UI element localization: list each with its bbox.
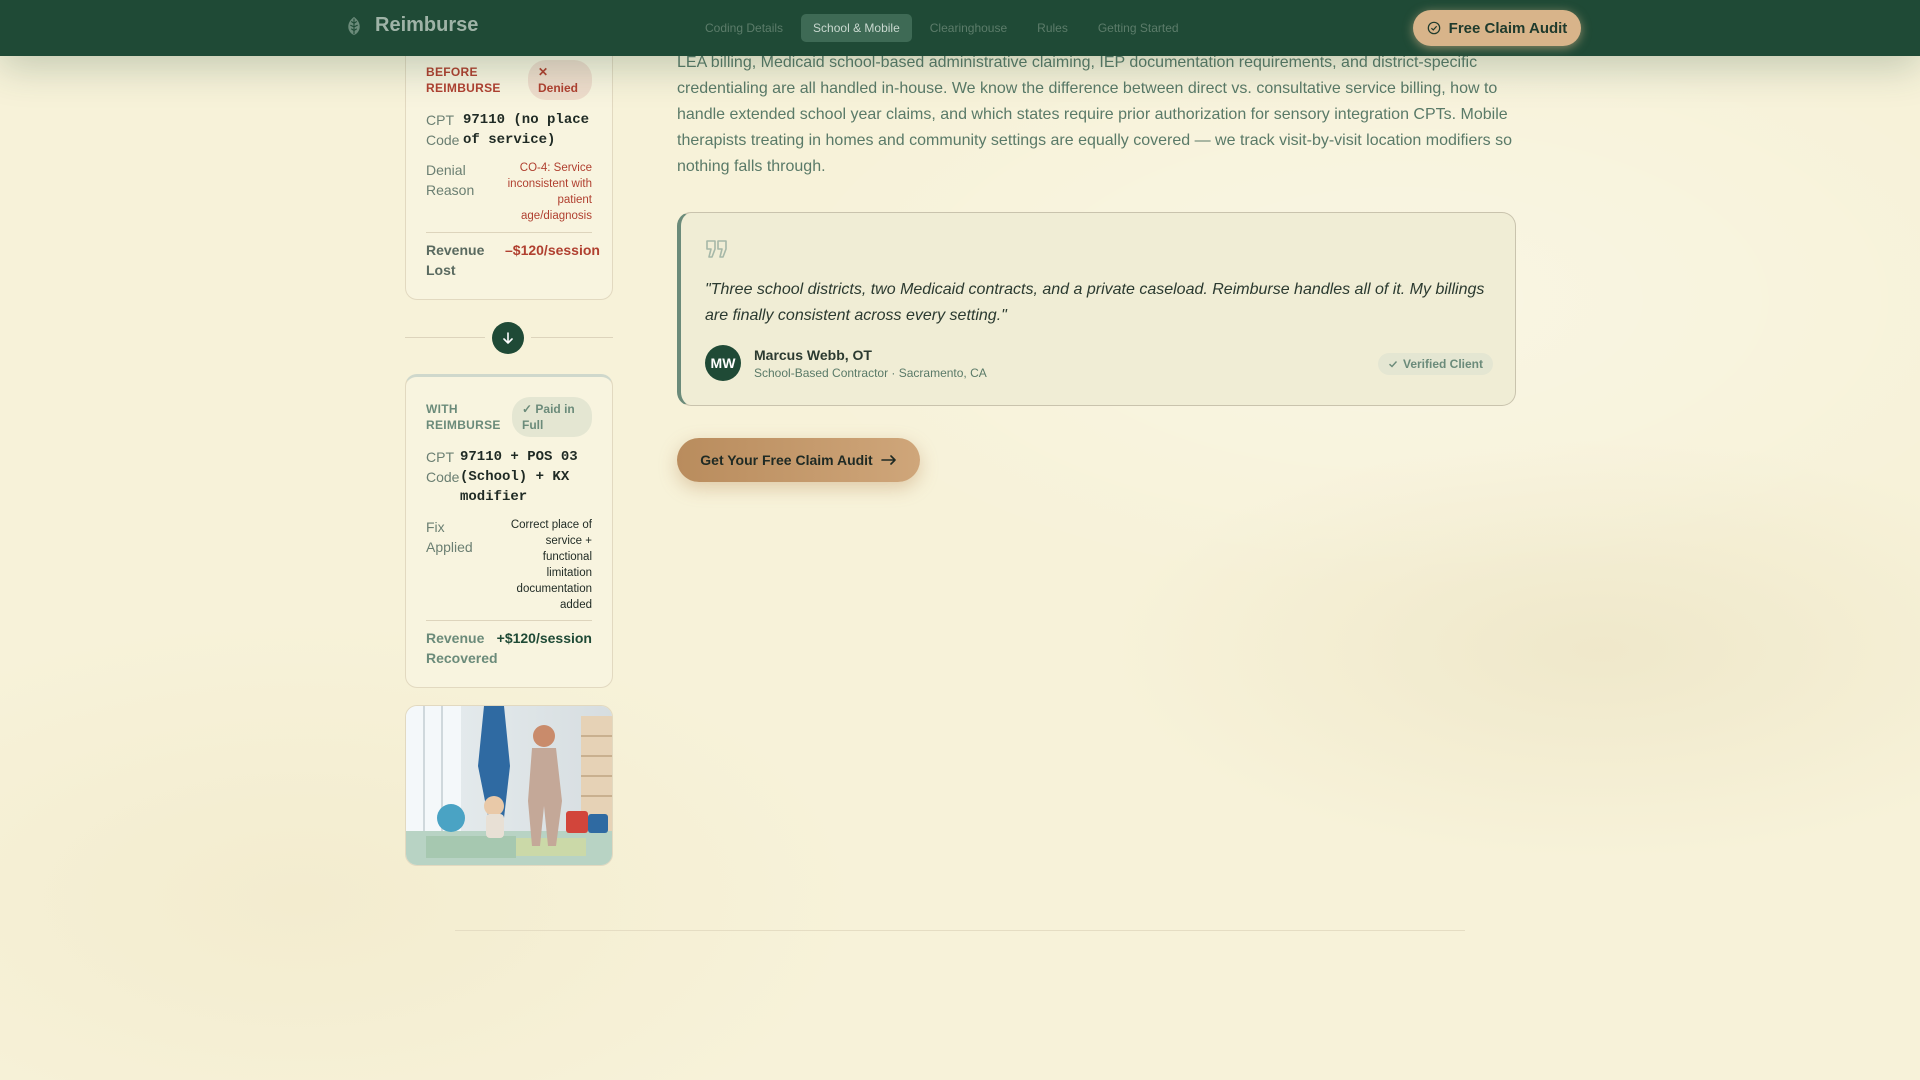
fix-applied-label: Fix Applied [426,519,473,555]
revenue-lost-label: Revenue Lost [426,242,485,278]
checkmark-icon [1389,361,1398,368]
top-navigation-bar: Reimburse Coding Details School & Mobile… [0,0,1920,56]
paid-in-full-badge: ✓ Paid in Full [512,397,592,437]
before-card-title: BEFORE REIMBURSE [426,65,501,95]
free-claim-audit-label: Free Claim Audit [1448,19,1568,37]
get-free-claim-audit-button[interactable]: Get Your Free Claim Audit [677,438,920,482]
arrow-right-icon [880,455,896,465]
free-claim-audit-button[interactable]: Free Claim Audit [1413,10,1581,46]
before-cpt-label: CPT Code [426,112,460,148]
before-cpt-value: 97110 (no place of service) [463,112,590,148]
quote-icon [706,240,727,258]
therapy-session-photo [405,705,613,866]
brand-logo[interactable]: Reimburse [343,14,478,37]
revenue-recovered-value: +$120/session [496,630,592,646]
section-divider [455,930,1465,931]
arrow-divider-right [531,337,613,338]
testimonial-card: "Three school districts, two Medicaid co… [677,212,1516,406]
with-card-divider [426,620,592,621]
nav-rules[interactable]: Rules [1025,14,1080,42]
testimonial-quote: "Three school districts, two Medicaid co… [705,281,1485,324]
before-reimburse-card: BEFORE REIMBURSE ✕ Denied CPT Code 97110… [405,40,613,300]
nav-getting-started[interactable]: Getting Started [1086,14,1191,42]
denial-reason-value: CO-4: Service inconsistent with patient … [507,162,592,222]
arrow-down-icon [492,322,524,354]
revenue-recovered-label: Revenue Recovered [426,630,498,666]
arrow-divider-left [405,337,485,338]
with-card-title: WITH REIMBURSE [426,402,501,432]
with-cpt-label: CPT Code [426,449,460,485]
school-mobile-description: LEA billing, Medicaid school-based admin… [677,54,1513,175]
testimonial-author-name: Marcus Webb, OT [754,347,872,363]
nav-clearinghouse[interactable]: Clearinghouse [918,14,1019,42]
get-free-claim-audit-label: Get Your Free Claim Audit [700,452,873,468]
with-cpt-value: 97110 + POS 03 (School) + KX modifier [460,449,578,505]
denied-badge: ✕ Denied [528,60,592,100]
verified-client-badge: Verified Client [1378,353,1493,375]
brand-name: Reimburse [375,14,479,36]
fix-applied-value: Correct place of service + functional li… [510,519,592,611]
main-nav: Coding Details School & Mobile Clearingh… [693,14,1197,42]
leaf-logo-icon [348,16,360,35]
check-circle-icon [1427,21,1440,35]
nav-coding-details[interactable]: Coding Details [693,14,795,42]
revenue-lost-value: –$120/session [505,242,600,258]
testimonial-author-role: School-Based Contractor · Sacramento, CA [754,366,987,380]
nav-school-mobile[interactable]: School & Mobile [801,14,912,42]
verified-client-label: Verified Client [1402,357,1484,371]
before-card-divider [426,232,592,233]
denial-reason-label: Denial Reason [426,162,475,198]
avatar: MW [705,345,741,381]
with-reimburse-card: WITH REIMBURSE ✓ Paid in Full CPT Code 9… [405,374,613,688]
